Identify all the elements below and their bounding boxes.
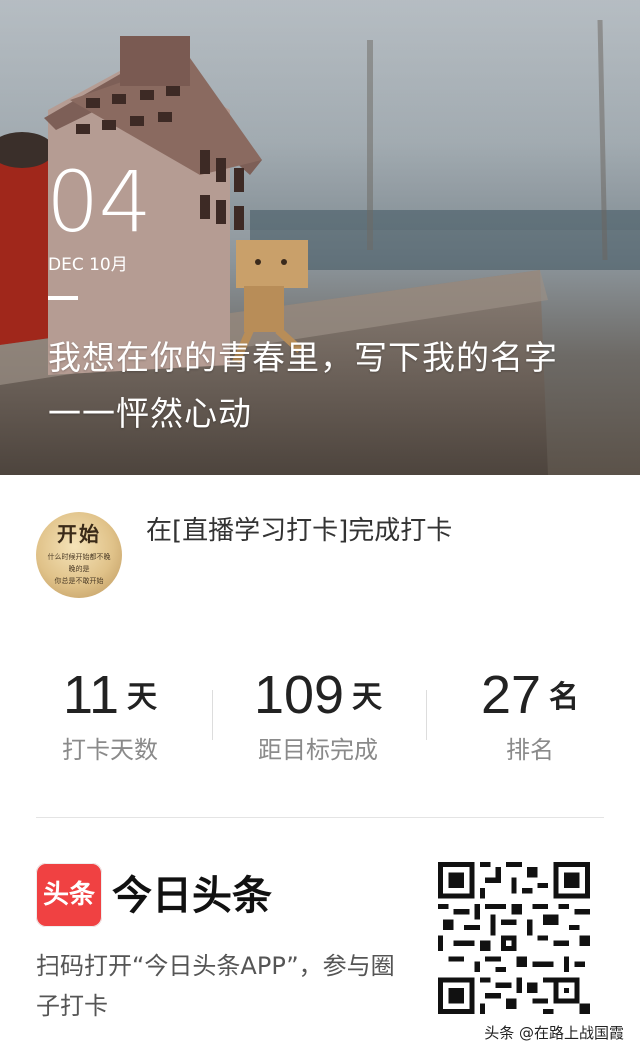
stat-unit: 天 bbox=[127, 680, 158, 715]
hero-quote: 我想在你的青春里，写下我的名字 一一怦然心动 bbox=[48, 338, 558, 433]
stat-caption: 打卡天数 bbox=[62, 736, 158, 764]
hero-banner: 04 DEC 10月 我想在你的青春里，写下我的名字 一一怦然心动 bbox=[0, 0, 640, 475]
watermark: 头条 @在路上战国霞 bbox=[484, 1024, 624, 1042]
divider-dash bbox=[48, 296, 78, 300]
stat-caption: 排名 bbox=[506, 736, 554, 764]
date-day: 04 bbox=[46, 153, 152, 251]
stat-divider bbox=[426, 690, 427, 740]
date-month: DEC 10月 bbox=[48, 255, 128, 275]
avatar-line: 你总是不敢开始 bbox=[54, 577, 104, 585]
stat-value: 109 bbox=[253, 665, 345, 725]
avatar-title: 开始 bbox=[57, 522, 101, 546]
avatar[interactable]: 开始 什么时候开始都不晚 晚的是 你总是不敢开始 bbox=[36, 512, 122, 598]
scan-hint: 扫码打开“今日头条APP”，参与圈子打卡 bbox=[36, 952, 395, 1020]
stat-unit: 天 bbox=[352, 680, 383, 715]
avatar-line: 晚的是 bbox=[68, 565, 90, 573]
stat-checkin-days: 11 天 打卡天数 bbox=[20, 660, 200, 766]
section-divider bbox=[36, 817, 604, 818]
stat-unit: 名 bbox=[549, 680, 580, 715]
stat-divider bbox=[212, 690, 213, 740]
app-name: 今日头条 bbox=[112, 873, 272, 919]
avatar-line: 什么时候开始都不晚 bbox=[47, 553, 111, 561]
stat-days-to-goal: 109 天 距目标完成 bbox=[216, 660, 420, 766]
stat-caption: 距目标完成 bbox=[258, 736, 378, 764]
toutiao-logo: 头条 bbox=[36, 863, 102, 927]
checkin-text: 在[直播学习打卡]完成打卡 bbox=[146, 516, 453, 546]
stat-value: 11 bbox=[62, 665, 120, 725]
stat-value: 27 bbox=[480, 665, 542, 725]
qr-code-icon[interactable] bbox=[438, 862, 590, 1014]
stat-rank: 27 名 排名 bbox=[440, 660, 620, 766]
